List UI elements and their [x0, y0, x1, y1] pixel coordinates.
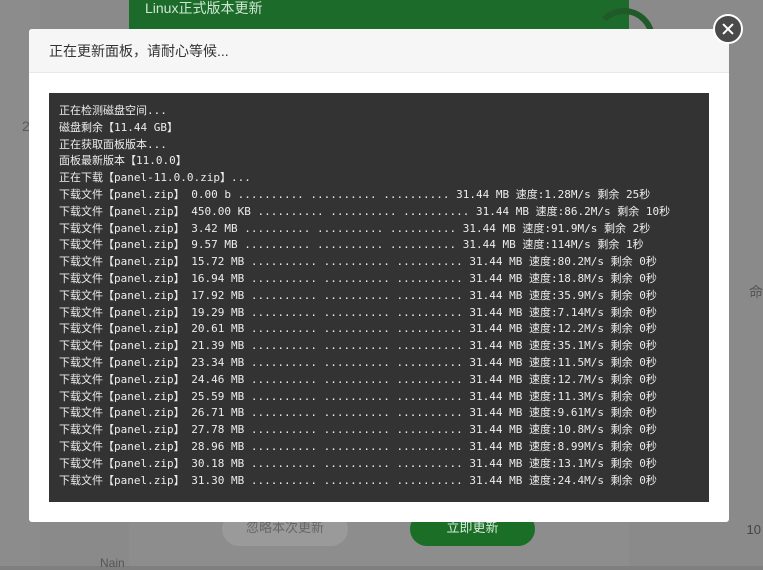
log-line: 下载文件【panel.zip】 26.71 MB .......... ....… [59, 406, 657, 420]
background-right-text: 命 [749, 284, 763, 300]
log-line: 下载文件【panel.zip】 23.34 MB .......... ....… [59, 355, 657, 369]
log-line: 下载文件【panel.zip】 9.57 MB .......... .....… [59, 238, 644, 252]
log-line: 下载文件【panel.zip】 19.29 MB .......... ....… [59, 305, 657, 319]
background-panel-title: Linux正式版本更新 [145, 0, 263, 16]
log-line: 下载文件【panel.zip】 0.00 b .......... ......… [59, 187, 651, 201]
log-line: 正在获取面板版本... [59, 137, 167, 151]
log-line: 正在检测磁盘空间... [59, 104, 167, 117]
log-line: 下载文件【panel.zip】 27.78 MB .......... ....… [59, 423, 657, 437]
log-line: 下载文件【panel.zip】 450.00 KB .......... ...… [59, 204, 671, 218]
dialog-title: 正在更新面板，请耐心等候... [49, 43, 229, 59]
log-line: 磁盘剩余【11.44 GB】 [59, 120, 178, 134]
update-progress-dialog: 正在更新面板，请耐心等候... 正在检测磁盘空间... 磁盘剩余【11.44 GB… [29, 29, 729, 522]
log-line: 下载文件【panel.zip】 30.18 MB .......... ....… [59, 456, 657, 470]
log-line: 下载文件【panel.zip】 28.96 MB .......... ....… [59, 439, 657, 453]
log-line: 下载文件【panel.zip】 15.72 MB .......... ....… [59, 255, 657, 269]
close-icon[interactable] [713, 14, 743, 44]
log-line: 下载文件【panel.zip】 25.59 MB .......... ....… [59, 389, 657, 403]
log-line: 下载文件【panel.zip】 20.61 MB .......... ....… [59, 322, 657, 336]
log-line: 下载文件【panel.zip】 17.92 MB .......... ....… [59, 288, 657, 302]
log-line: 正在下载【panel-11.0.0.zip】... [59, 171, 251, 185]
log-line: 下载文件【panel.zip】 16.94 MB .......... ....… [59, 271, 657, 285]
log-line: 下载文件【panel.zip】 31.30 MB .......... ....… [59, 473, 657, 487]
background-bottom-text: Nain [100, 556, 125, 570]
log-line: 面板最新版本【11.0.0】 [59, 154, 187, 168]
background-right-number: 10 [746, 522, 761, 537]
log-line: 下载文件【panel.zip】 24.46 MB .......... ....… [59, 372, 657, 386]
log-line: 下载文件【panel.zip】 3.42 MB .......... .....… [59, 221, 651, 235]
update-log-console[interactable]: 正在检测磁盘空间... 磁盘剩余【11.44 GB】 正在获取面板版本... 面板最新… [49, 93, 709, 502]
log-line: 下载文件【panel.zip】 21.39 MB .......... ....… [59, 339, 657, 353]
